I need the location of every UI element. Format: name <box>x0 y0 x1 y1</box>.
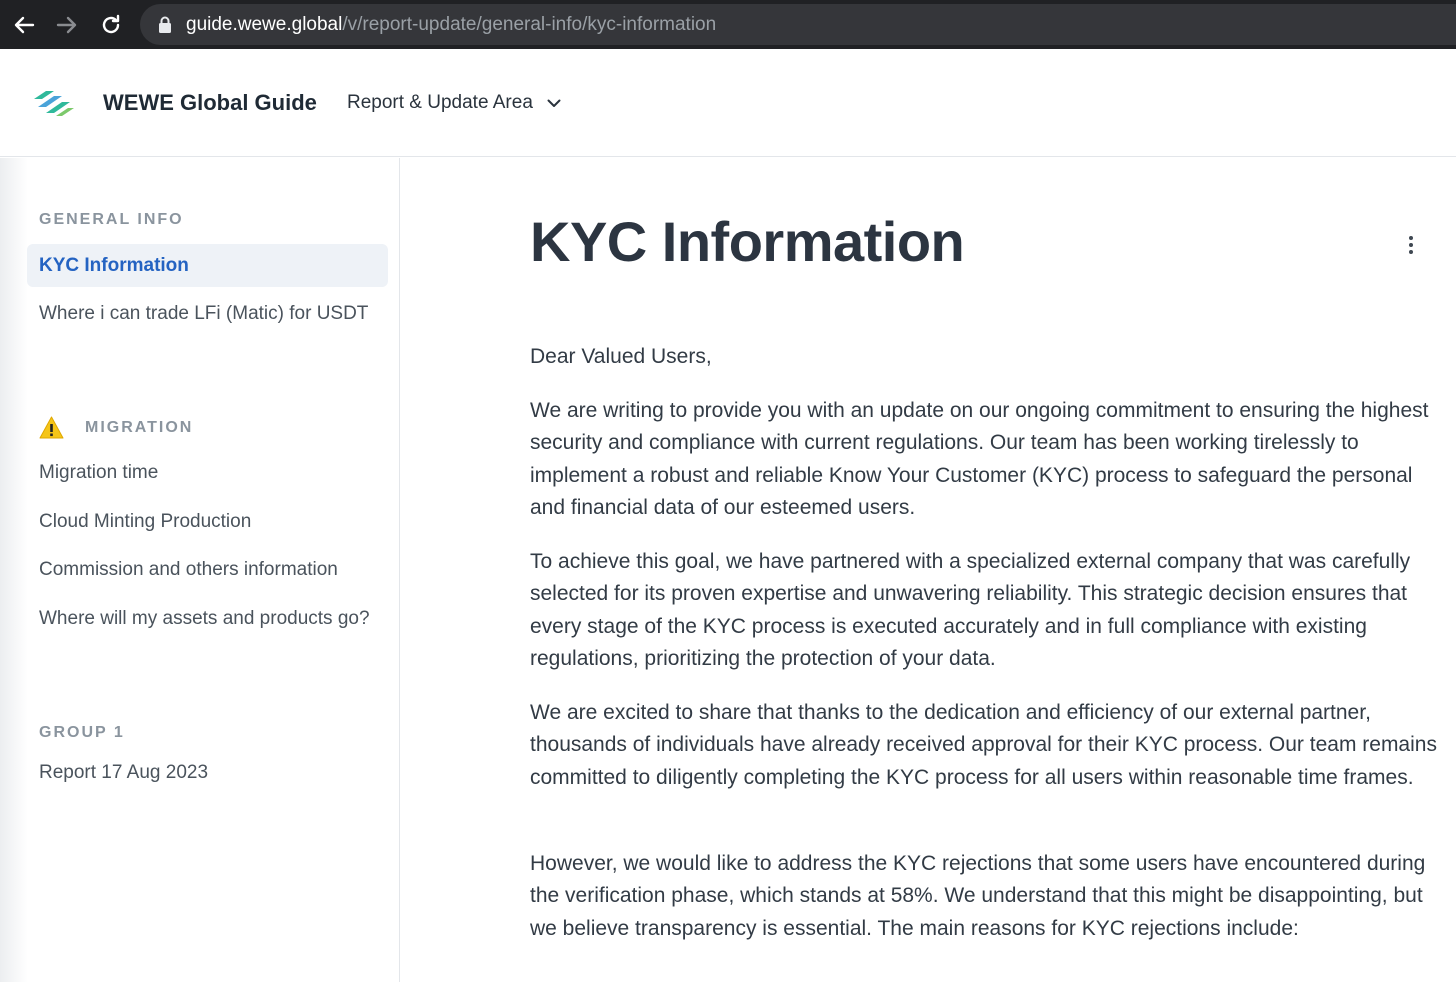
logo-icon[interactable] <box>32 87 76 124</box>
forward-icon[interactable] <box>52 10 82 40</box>
sidebar-group-general-info: GENERAL INFO <box>39 211 184 228</box>
sidebar-group-migration: MIGRATION <box>85 419 194 436</box>
chevron-down-icon <box>547 91 561 115</box>
reload-icon[interactable] <box>96 10 126 40</box>
sidebar-item-cloud-minting[interactable]: Cloud Minting Production <box>27 507 388 537</box>
sidebar: GENERAL INFO KYC Information Where i can… <box>0 158 400 982</box>
sidebar-item-report-17-aug[interactable]: Report 17 Aug 2023 <box>27 758 388 788</box>
warning-icon <box>39 416 64 444</box>
paragraph: However, we would like to address the KY… <box>530 852 1426 940</box>
back-icon[interactable] <box>9 10 39 40</box>
paragraph: We are excited to share that thanks to t… <box>530 701 1437 789</box>
paragraph: Dear Valued Users, <box>530 345 712 368</box>
sidebar-group-group-1: GROUP 1 <box>39 724 125 741</box>
more-vertical-icon[interactable] <box>1401 232 1421 258</box>
paragraph: To achieve this goal, we have partnered … <box>530 550 1411 671</box>
sidebar-item-assets-products[interactable]: Where will my assets and products go? <box>27 604 388 634</box>
sidebar-item-kyc-information[interactable]: KYC Information <box>27 244 388 287</box>
lock-icon <box>158 16 172 38</box>
sidebar-item-trade-lfi[interactable]: Where i can trade LFi (Matic) for USDT <box>27 299 388 329</box>
site-header: WEWE Global Guide Report & Update Area <box>0 49 1456 157</box>
main-content: KYC Information Dear Valued Users, We ar… <box>401 158 1456 982</box>
sidebar-item-migration-time[interactable]: Migration time <box>27 458 388 488</box>
address-bar[interactable]: guide.wewe.global/v/report-update/genera… <box>140 4 1456 45</box>
site-title[interactable]: WEWE Global Guide <box>103 89 317 117</box>
space-switcher-label: Report & Update Area <box>347 92 533 113</box>
url-path: /v/report-update/general-info/kyc-inform… <box>342 14 717 35</box>
paragraph: We are writing to provide you with an up… <box>530 399 1429 520</box>
browser-toolbar: guide.wewe.global/v/report-update/genera… <box>0 0 1456 49</box>
page-title: KYC Information <box>530 210 965 273</box>
space-switcher[interactable]: Report & Update Area <box>347 91 561 115</box>
sidebar-item-commission[interactable]: Commission and others information <box>27 555 388 585</box>
url-text: guide.wewe.global/v/report-update/genera… <box>186 14 716 36</box>
url-host: guide.wewe.global <box>186 14 343 35</box>
